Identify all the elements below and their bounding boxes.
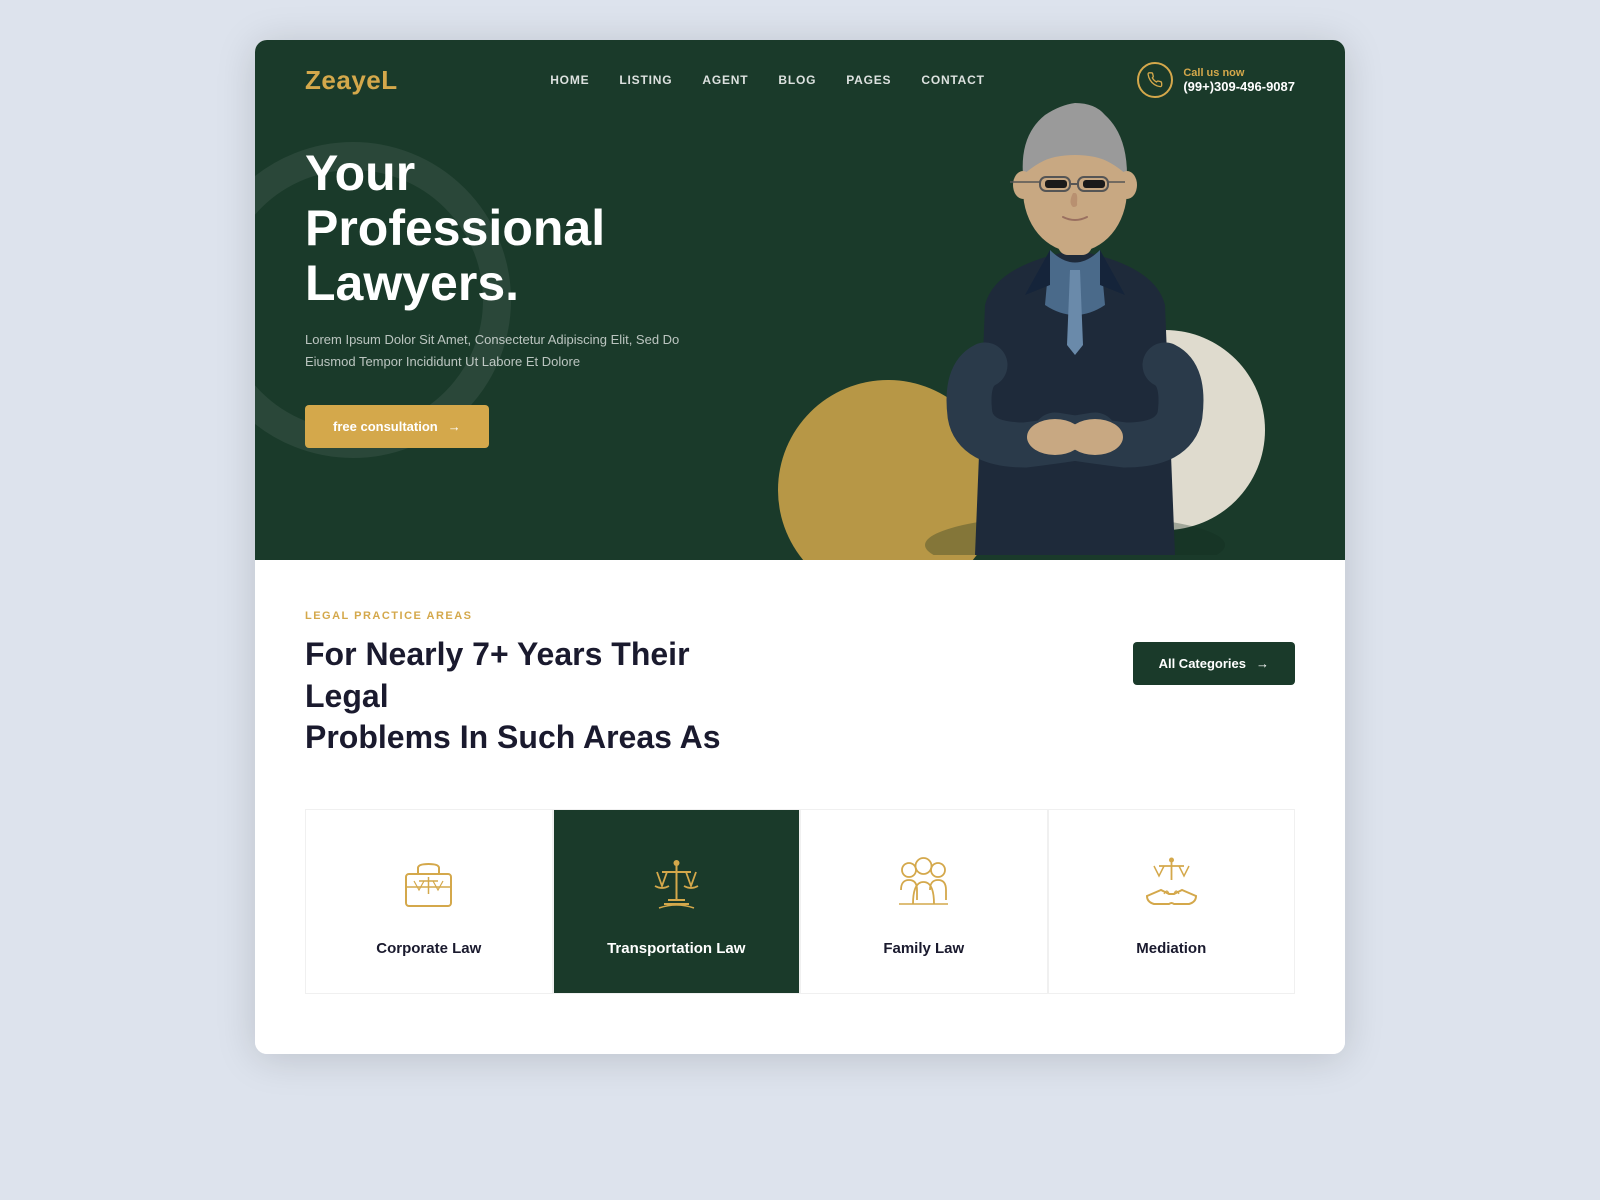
nav-item-blog[interactable]: BLOG bbox=[778, 71, 816, 89]
practice-section: LEGAL PRACTICE AREAS For Nearly 7+ Years… bbox=[255, 560, 1345, 1054]
nav-item-agent[interactable]: AGENT bbox=[702, 71, 748, 89]
corporate-law-label: Corporate Law bbox=[376, 940, 481, 957]
corporate-law-icon bbox=[394, 850, 464, 920]
nav-link-home[interactable]: HOME bbox=[550, 73, 589, 87]
hero-title: Your Professional Lawyers. bbox=[305, 146, 725, 311]
hero-content: Your Professional Lawyers. Lorem Ipsum D… bbox=[255, 116, 775, 508]
all-categories-button[interactable]: All Categories → bbox=[1133, 642, 1295, 685]
phone-icon bbox=[1137, 62, 1173, 98]
section-title-line2: Problems In Such Areas As bbox=[305, 719, 721, 755]
nav-contact: Call us now (99+)309-496-9087 bbox=[1137, 62, 1295, 98]
hero-title-line1: Your Professional bbox=[305, 145, 605, 256]
nav-item-pages[interactable]: PAGES bbox=[846, 71, 891, 89]
mediation-label: Mediation bbox=[1136, 940, 1206, 957]
nav-item-listing[interactable]: LISTING bbox=[619, 71, 672, 89]
practice-card-corporate[interactable]: Corporate Law bbox=[305, 809, 553, 994]
practice-card-mediation[interactable]: Mediation bbox=[1048, 809, 1296, 994]
section-title-line1: For Nearly 7+ Years Their Legal bbox=[305, 636, 690, 714]
section-title-block: For Nearly 7+ Years Their Legal Problems… bbox=[305, 634, 765, 759]
nav-link-listing[interactable]: LISTING bbox=[619, 73, 672, 87]
transportation-law-label: Transportation Law bbox=[607, 940, 745, 957]
section-header-row: For Nearly 7+ Years Their Legal Problems… bbox=[305, 634, 1295, 759]
nav-links: HOME LISTING AGENT BLOG PAGES CONTACT bbox=[550, 71, 985, 89]
page-wrapper: ZeayeL HOME LISTING AGENT BLOG PAGES CON… bbox=[255, 40, 1345, 1054]
transportation-law-icon bbox=[641, 850, 711, 920]
lawyer-figure bbox=[895, 85, 1255, 560]
hero-btn-arrow: → bbox=[448, 419, 461, 434]
call-number: (99+)309-496-9087 bbox=[1183, 79, 1295, 94]
hero-section: ZeayeL HOME LISTING AGENT BLOG PAGES CON… bbox=[255, 40, 1345, 560]
hero-btn-label: free Consultation bbox=[333, 419, 438, 434]
nav-contact-text: Call us now (99+)309-496-9087 bbox=[1183, 67, 1295, 94]
logo[interactable]: ZeayeL bbox=[305, 65, 398, 96]
nav-link-pages[interactable]: PAGES bbox=[846, 73, 891, 87]
all-categories-arrow: → bbox=[1256, 656, 1269, 671]
nav-item-home[interactable]: HOME bbox=[550, 71, 589, 89]
section-title: For Nearly 7+ Years Their Legal Problems… bbox=[305, 634, 765, 759]
nav-link-agent[interactable]: AGENT bbox=[702, 73, 748, 87]
hero-title-line2: Lawyers. bbox=[305, 255, 519, 311]
hero-subtitle: Lorem Ipsum Dolor Sit Amet, Consectetur … bbox=[305, 329, 685, 373]
nav-item-contact[interactable]: CONTACT bbox=[921, 71, 984, 89]
all-categories-label: All Categories bbox=[1159, 656, 1246, 671]
nav-link-contact[interactable]: CONTACT bbox=[921, 73, 984, 87]
section-tag: LEGAL PRACTICE AREAS bbox=[305, 610, 1295, 622]
mediation-icon bbox=[1136, 850, 1206, 920]
family-law-label: Family Law bbox=[883, 940, 964, 957]
call-label: Call us now bbox=[1183, 67, 1295, 79]
logo-accent: ye bbox=[351, 65, 381, 95]
logo-text-1: Zea bbox=[305, 65, 351, 95]
navbar: ZeayeL HOME LISTING AGENT BLOG PAGES CON… bbox=[255, 40, 1345, 116]
logo-text-2: L bbox=[381, 65, 397, 95]
practice-card-family[interactable]: Family Law bbox=[800, 809, 1048, 994]
practice-card-transportation[interactable]: Transportation Law bbox=[553, 809, 801, 994]
family-law-icon bbox=[889, 850, 959, 920]
practice-areas-grid: Corporate Law bbox=[305, 809, 1295, 994]
nav-link-blog[interactable]: BLOG bbox=[778, 73, 816, 87]
free-consultation-button[interactable]: free Consultation → bbox=[305, 405, 489, 448]
